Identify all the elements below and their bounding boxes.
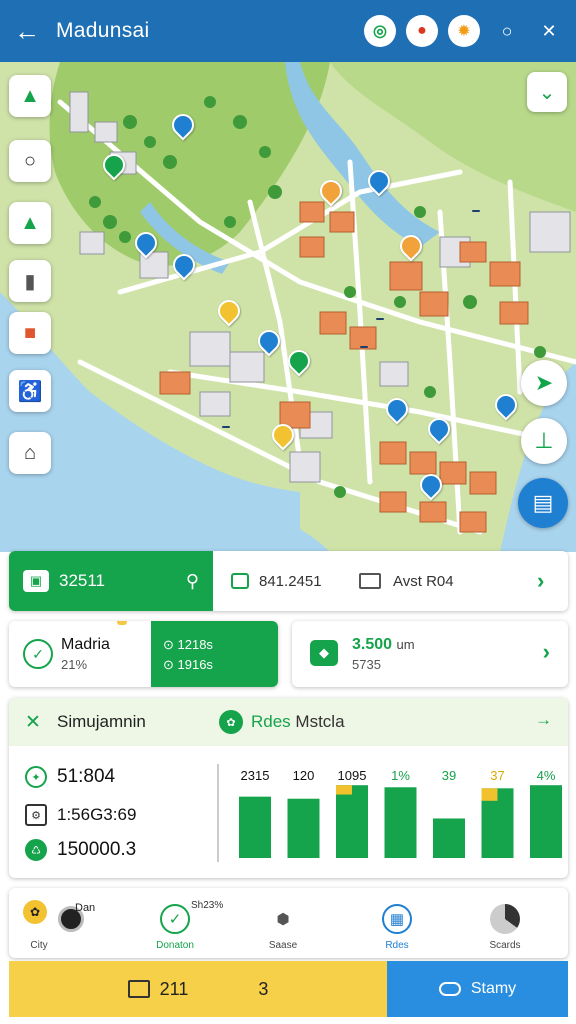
- pie-icon: [490, 904, 520, 934]
- map-canvas: [0, 62, 576, 552]
- star-badge-icon: ✿: [23, 900, 47, 924]
- chart-data-label: 120: [293, 768, 315, 783]
- cloud-icon: [438, 982, 461, 996]
- stat-value: 3.500 um: [352, 636, 415, 653]
- terrain-icon[interactable]: ▲: [9, 202, 51, 244]
- nav-label-donaton: Donaton: [156, 940, 194, 951]
- stat-name: Madria: [61, 636, 110, 653]
- chart-card-icon: ◆: [310, 640, 338, 666]
- check-icon: ✓: [23, 639, 53, 669]
- stat-detail-panel: ⊙ 1218s ⊙ 1916s: [151, 621, 278, 687]
- chart-data-label: 4%: [537, 768, 556, 783]
- summary-value: 32511: [59, 571, 106, 590]
- chart-data-label: 37: [490, 768, 504, 783]
- stamy-label: Stamy: [470, 980, 517, 997]
- stat-line-1: ⊙ 1218s: [163, 637, 213, 652]
- app-header: ← Madunsai ◎ ● ✹ ○ ✕: [0, 0, 576, 62]
- nav-item-rdes[interactable]: ▦ Rdes: [347, 888, 447, 958]
- chevron-right-icon[interactable]: ›: [537, 551, 544, 611]
- box-icon: [231, 573, 249, 589]
- nav-label-rdes: Rdes: [385, 940, 409, 951]
- city-map[interactable]: ▲ ○ ▲ ▮ ■ ♿ ⌂ ⌄ ➤ ⊥ ▤: [0, 62, 576, 552]
- orange-badge-icon[interactable]: ✹: [448, 15, 480, 47]
- nav-tag: Sh23%: [191, 900, 224, 911]
- map-label: [376, 318, 384, 320]
- nav-item-donaton[interactable]: ✓ Sh23% Donaton: [125, 888, 225, 958]
- bottom-left-extra: 3: [258, 978, 269, 999]
- clock-icon: ✓: [160, 904, 190, 934]
- folder-icon: [127, 980, 150, 998]
- chart-data-label: 1095: [338, 768, 367, 783]
- stat-card-left[interactable]: ✓ Madria 21% ⊙ 1218s ⊙ 1916s: [9, 621, 278, 687]
- search-icon[interactable]: ⚲: [186, 571, 199, 592]
- message-icon: [359, 573, 381, 589]
- nav-label-scards: Scards: [489, 940, 521, 951]
- search-icon[interactable]: ○: [9, 140, 51, 182]
- chart-bar: [336, 785, 368, 858]
- home-icon[interactable]: ⌂: [9, 432, 51, 474]
- map-label: [360, 346, 368, 348]
- chart-bar: [433, 818, 465, 858]
- nav-item-city[interactable]: ✿ Dan City: [9, 888, 109, 958]
- summary-bar: ▣ 32511 ⚲ 841.2451 Avst R04 ›: [9, 551, 568, 611]
- list-icon[interactable]: ▤: [518, 478, 568, 528]
- map-label: [472, 210, 480, 212]
- stat-line-2: ⊙ 1916s: [163, 657, 213, 672]
- flag-icon[interactable]: ■: [9, 312, 51, 354]
- chart-data-label: 2315: [241, 768, 270, 783]
- chart-bar: [287, 798, 320, 858]
- summary-segment-a[interactable]: 841.2451: [231, 551, 322, 611]
- layers-icon[interactable]: ▲: [9, 75, 51, 117]
- share-icon[interactable]: ✕: [534, 16, 564, 46]
- chart-bar: [239, 796, 271, 858]
- summary-primary[interactable]: ▣ 32511 ⚲: [9, 551, 213, 611]
- chart-bar-accent: [336, 785, 352, 795]
- red-badge-icon[interactable]: ●: [406, 15, 438, 47]
- chart-bar: [530, 785, 562, 858]
- nav-item-saase[interactable]: ⬢ Saase: [233, 888, 333, 958]
- accessibility-icon[interactable]: ♿: [9, 370, 51, 412]
- map-badge-icon[interactable]: ◎: [364, 15, 396, 47]
- grid-icon: ▦: [382, 904, 412, 934]
- bottom-left-value: 211: [159, 978, 189, 999]
- simulation-bar-chart: 2315 120 1095 1% 39 37 4%: [239, 768, 562, 858]
- nav-item-scards[interactable]: Scards: [455, 888, 555, 958]
- stamy-button[interactable]: Stamy: [387, 961, 568, 1017]
- bottom-action-left[interactable]: 211 3: [9, 961, 387, 1017]
- stat-card-right[interactable]: ◆ 3.500 um 5735 ›: [292, 621, 568, 687]
- compass-icon[interactable]: ⊥: [521, 418, 567, 464]
- nav-label-city: City: [30, 940, 48, 951]
- locate-icon[interactable]: ➤: [521, 360, 567, 406]
- chart-bar-accent: [481, 788, 498, 801]
- back-arrow-icon[interactable]: ←: [12, 16, 42, 46]
- map-label: [222, 426, 230, 428]
- bottom-nav: ✿ Dan City ✓ Sh23% Donaton ⬢ Saase ▦ Rde…: [9, 888, 568, 958]
- segment-a-value: 841.2451: [259, 572, 322, 590]
- stat-percent: 21%: [61, 657, 88, 672]
- chat-icon[interactable]: ○: [492, 16, 522, 46]
- status-badge: [117, 621, 127, 625]
- stat-sub: 5735: [352, 657, 381, 672]
- summary-segment-b[interactable]: Avst R04: [359, 551, 454, 611]
- nav-extra-label: Dan: [75, 902, 96, 914]
- cube-icon: ⬢: [276, 911, 290, 928]
- segment-b-value: Avst R04: [393, 572, 454, 590]
- simulation-panel: ✕ Simujamnin ✿ Rdes Mstcla → ✦ 51:804 ⚙ …: [9, 698, 568, 878]
- nav-label-saase: Saase: [268, 940, 298, 951]
- map-card-icon: ▣: [23, 570, 49, 592]
- chart-bar: [384, 787, 417, 858]
- building-icon[interactable]: ▮: [9, 260, 51, 302]
- page-title: Madunsai: [56, 19, 150, 42]
- chevron-right-icon[interactable]: ›: [543, 639, 550, 665]
- collapse-icon[interactable]: ⌄: [527, 72, 567, 112]
- chart-data-label: 1%: [391, 768, 410, 783]
- chart-data-label: 39: [442, 768, 456, 783]
